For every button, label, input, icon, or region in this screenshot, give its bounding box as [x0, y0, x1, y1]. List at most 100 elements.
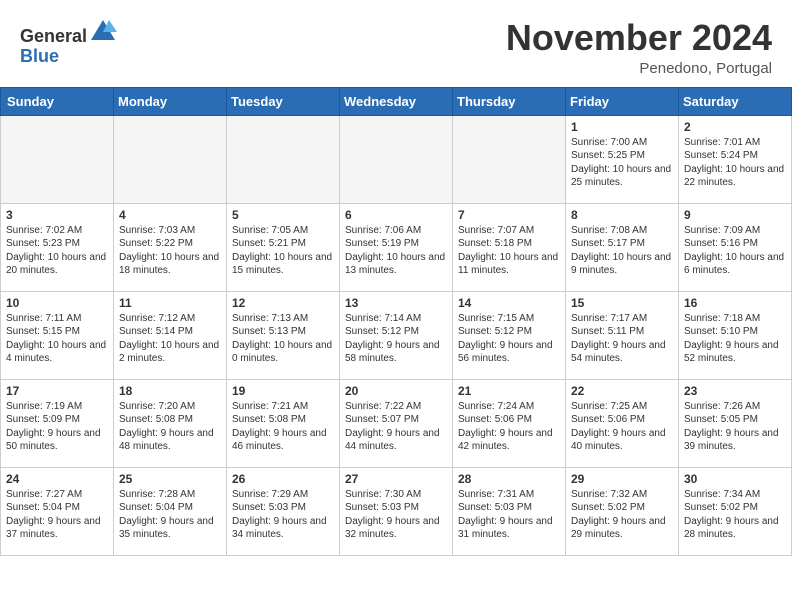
calendar-cell [1, 115, 114, 203]
day-info: Sunrise: 7:13 AMSunset: 5:13 PMDaylight:… [232, 312, 335, 366]
calendar-cell: 8Sunrise: 7:08 AMSunset: 5:17 PMDaylight… [566, 203, 679, 291]
day-number: 21 [458, 384, 561, 398]
calendar-table: SundayMondayTuesdayWednesdayThursdayFrid… [0, 87, 792, 556]
day-number: 27 [345, 472, 448, 486]
day-info: Sunrise: 7:01 AMSunset: 5:24 PMDaylight:… [684, 136, 787, 190]
day-header-saturday: Saturday [679, 87, 792, 115]
day-info: Sunrise: 7:32 AMSunset: 5:02 PMDaylight:… [571, 488, 674, 542]
day-info: Sunrise: 7:29 AMSunset: 5:03 PMDaylight:… [232, 488, 335, 542]
calendar-cell: 20 Sunrise: 7:22 AMSunset: 5:07 PMDayligh… [340, 379, 453, 467]
day-number: 25 [119, 472, 222, 486]
day-header-friday: Friday [566, 87, 679, 115]
calendar-cell: 15Sunrise: 7:17 AMSunset: 5:11 PMDayligh… [566, 291, 679, 379]
logo-blue-label: Blue [20, 46, 59, 66]
calendar-cell: 1 Sunrise: 7:00 AMSunset: 5:25 PMDaylight… [566, 115, 679, 203]
logo: General Blue [20, 18, 117, 67]
day-number: 7 [458, 208, 561, 222]
calendar-week-1: 1 Sunrise: 7:00 AMSunset: 5:25 PMDaylight… [1, 115, 792, 203]
day-info: Sunrise: 7:21 AMSunset: 5:08 PMDaylight:… [232, 400, 335, 454]
day-header-monday: Monday [114, 87, 227, 115]
day-info: Sunrise: 7:22 AMSunset: 5:07 PMDaylight:… [345, 400, 448, 454]
calendar-cell: 29 Sunrise: 7:32 AMSunset: 5:02 PMDayligh… [566, 467, 679, 555]
day-number: 9 [684, 208, 787, 222]
day-info: Sunrise: 7:24 AMSunset: 5:06 PMDaylight:… [458, 400, 561, 454]
calendar-cell [227, 115, 340, 203]
day-info: Sunrise: 7:34 AMSunset: 5:02 PMDaylight:… [684, 488, 787, 542]
day-info: Sunrise: 7:14 AMSunset: 5:12 PMDaylight:… [345, 312, 448, 366]
day-number: 17 [6, 384, 109, 398]
calendar-week-4: 17 Sunrise: 7:19 AMSunset: 5:09 PMDayligh… [1, 379, 792, 467]
calendar-cell [114, 115, 227, 203]
calendar-cell: 9 Sunrise: 7:09 AMSunset: 5:16 PMDaylight… [679, 203, 792, 291]
day-number: 22 [571, 384, 674, 398]
day-number: 10 [6, 296, 109, 310]
calendar-cell: 16Sunrise: 7:18 AMSunset: 5:10 PMDayligh… [679, 291, 792, 379]
day-info: Sunrise: 7:27 AMSunset: 5:04 PMDaylight:… [6, 488, 109, 542]
calendar-week-2: 3 Sunrise: 7:02 AMSunset: 5:23 PMDaylight… [1, 203, 792, 291]
logo-general: General [20, 26, 87, 46]
day-info: Sunrise: 7:28 AMSunset: 5:04 PMDaylight:… [119, 488, 222, 542]
day-info: Sunrise: 7:26 AMSunset: 5:05 PMDaylight:… [684, 400, 787, 454]
logo-icon [89, 18, 117, 42]
logo-blue-text: Blue [20, 47, 117, 67]
day-info: Sunrise: 7:09 AMSunset: 5:16 PMDaylight:… [684, 224, 787, 278]
day-number: 11 [119, 296, 222, 310]
day-info: Sunrise: 7:30 AMSunset: 5:03 PMDaylight:… [345, 488, 448, 542]
calendar-cell: 18Sunrise: 7:20 AMSunset: 5:08 PMDayligh… [114, 379, 227, 467]
day-number: 4 [119, 208, 222, 222]
day-info: Sunrise: 7:03 AMSunset: 5:22 PMDaylight:… [119, 224, 222, 278]
calendar-week-3: 10 Sunrise: 7:11 AMSunset: 5:15 PMDayligh… [1, 291, 792, 379]
calendar-cell: 11 Sunrise: 7:12 AMSunset: 5:14 PMDayligh… [114, 291, 227, 379]
location-title: Penedono, Portugal [506, 60, 772, 77]
calendar-cell [453, 115, 566, 203]
calendar-header-row: SundayMondayTuesdayWednesdayThursdayFrid… [1, 87, 792, 115]
month-title: November 2024 [506, 18, 772, 58]
day-header-tuesday: Tuesday [227, 87, 340, 115]
page: General Blue November 2024 Penedono, Por… [0, 0, 792, 556]
day-number: 6 [345, 208, 448, 222]
calendar-cell: 7Sunrise: 7:07 AMSunset: 5:18 PMDaylight… [453, 203, 566, 291]
day-info: Sunrise: 7:00 AMSunset: 5:25 PMDaylight:… [571, 136, 674, 190]
day-number: 3 [6, 208, 109, 222]
logo-text: General [20, 18, 117, 47]
day-number: 29 [571, 472, 674, 486]
day-number: 24 [6, 472, 109, 486]
calendar-cell: 27 Sunrise: 7:30 AMSunset: 5:03 PMDayligh… [340, 467, 453, 555]
day-info: Sunrise: 7:31 AMSunset: 5:03 PMDaylight:… [458, 488, 561, 542]
day-info: Sunrise: 7:19 AMSunset: 5:09 PMDaylight:… [6, 400, 109, 454]
day-info: Sunrise: 7:02 AMSunset: 5:23 PMDaylight:… [6, 224, 109, 278]
calendar-cell: 17 Sunrise: 7:19 AMSunset: 5:09 PMDayligh… [1, 379, 114, 467]
day-number: 23 [684, 384, 787, 398]
day-number: 5 [232, 208, 335, 222]
day-header-thursday: Thursday [453, 87, 566, 115]
day-header-sunday: Sunday [1, 87, 114, 115]
calendar-cell: 6 Sunrise: 7:06 AMSunset: 5:19 PMDaylight… [340, 203, 453, 291]
day-info: Sunrise: 7:11 AMSunset: 5:15 PMDaylight:… [6, 312, 109, 366]
day-info: Sunrise: 7:18 AMSunset: 5:10 PMDaylight:… [684, 312, 787, 366]
day-number: 26 [232, 472, 335, 486]
day-info: Sunrise: 7:06 AMSunset: 5:19 PMDaylight:… [345, 224, 448, 278]
calendar-cell: 30Sunrise: 7:34 AMSunset: 5:02 PMDayligh… [679, 467, 792, 555]
calendar-cell: 12 Sunrise: 7:13 AMSunset: 5:13 PMDayligh… [227, 291, 340, 379]
calendar-cell: 24 Sunrise: 7:27 AMSunset: 5:04 PMDayligh… [1, 467, 114, 555]
calendar-cell: 23 Sunrise: 7:26 AMSunset: 5:05 PMDayligh… [679, 379, 792, 467]
day-info: Sunrise: 7:15 AMSunset: 5:12 PMDaylight:… [458, 312, 561, 366]
day-number: 13 [345, 296, 448, 310]
day-info: Sunrise: 7:08 AMSunset: 5:17 PMDaylight:… [571, 224, 674, 278]
day-header-wednesday: Wednesday [340, 87, 453, 115]
calendar-week-5: 24 Sunrise: 7:27 AMSunset: 5:04 PMDayligh… [1, 467, 792, 555]
title-block: November 2024 Penedono, Portugal [506, 18, 772, 77]
day-info: Sunrise: 7:25 AMSunset: 5:06 PMDaylight:… [571, 400, 674, 454]
calendar-cell: 5 Sunrise: 7:05 AMSunset: 5:21 PMDaylight… [227, 203, 340, 291]
calendar-cell: 2Sunrise: 7:01 AMSunset: 5:24 PMDaylight… [679, 115, 792, 203]
day-number: 1 [571, 120, 674, 134]
day-number: 28 [458, 472, 561, 486]
header: General Blue November 2024 Penedono, Por… [0, 0, 792, 87]
calendar-cell: 21 Sunrise: 7:24 AMSunset: 5:06 PMDayligh… [453, 379, 566, 467]
calendar-cell: 25 Sunrise: 7:28 AMSunset: 5:04 PMDayligh… [114, 467, 227, 555]
day-info: Sunrise: 7:12 AMSunset: 5:14 PMDaylight:… [119, 312, 222, 366]
day-number: 20 [345, 384, 448, 398]
day-info: Sunrise: 7:05 AMSunset: 5:21 PMDaylight:… [232, 224, 335, 278]
day-number: 12 [232, 296, 335, 310]
calendar-cell: 10 Sunrise: 7:11 AMSunset: 5:15 PMDayligh… [1, 291, 114, 379]
